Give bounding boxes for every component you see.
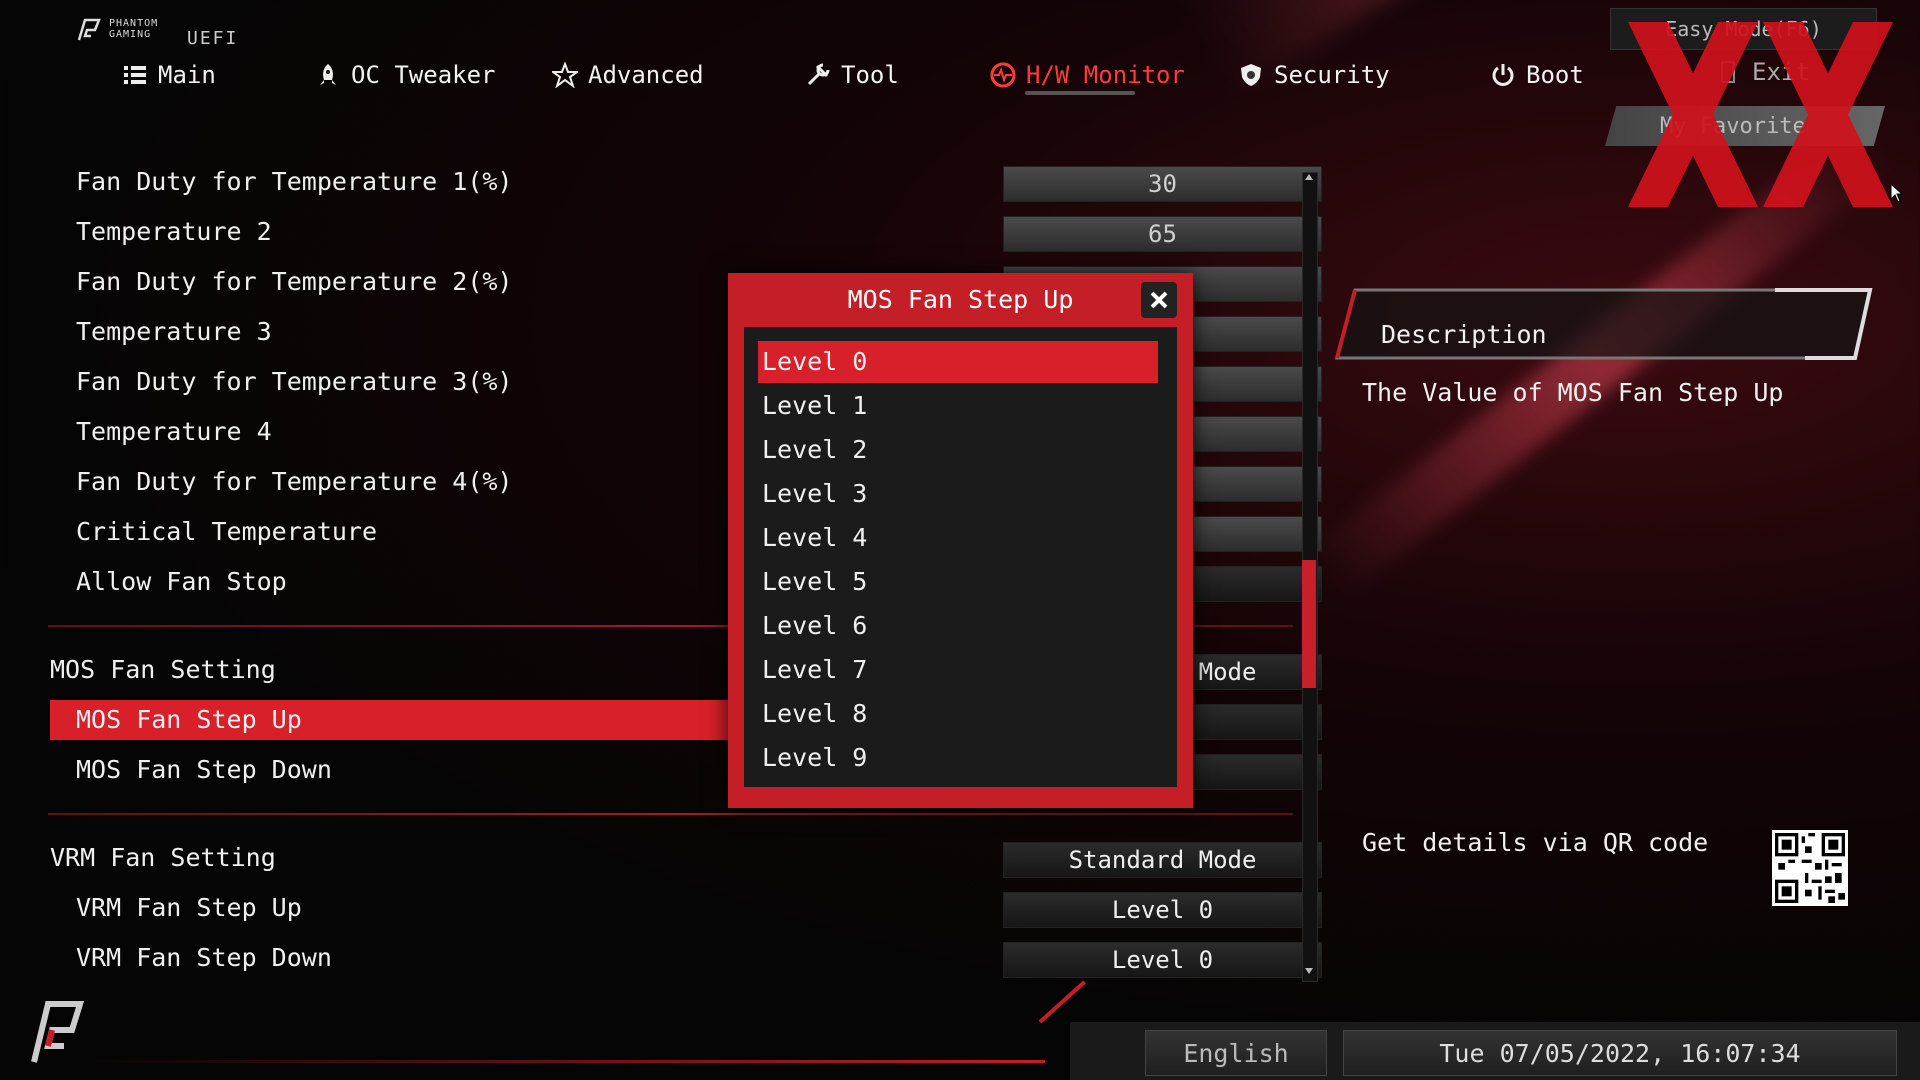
mos-fan-step-up-row[interactable]: MOS Fan Step Up: [50, 700, 730, 740]
setting-row[interactable]: Fan Duty for Temperature 1(%) 30: [50, 162, 1322, 202]
popup-option[interactable]: Level 3: [758, 473, 1158, 515]
vrm-fan-setting-value[interactable]: Standard Mode: [1003, 842, 1322, 878]
tab-security-label: Security: [1274, 61, 1390, 89]
phantom-gaming-bottom-logo-icon: [31, 1001, 85, 1063]
setting-value[interactable]: 65: [1003, 216, 1322, 252]
popup-option[interactable]: Level 6: [758, 605, 1158, 647]
setting-value[interactable]: 30: [1003, 166, 1322, 202]
setting-label: Fan Duty for Temperature 1(%): [76, 167, 513, 196]
tab-boot-label: Boot: [1526, 61, 1584, 89]
mouse-cursor-icon: [1890, 183, 1904, 203]
uefi-label: UEFI: [187, 28, 239, 49]
tab-boot[interactable]: Boot: [1490, 55, 1584, 95]
popup-option[interactable]: Level 5: [758, 561, 1158, 603]
tab-advanced[interactable]: Advanced: [552, 55, 704, 95]
tab-hw-monitor-label: H/W Monitor: [1026, 61, 1185, 89]
vrm-fan-setting-row[interactable]: VRM Fan Setting Standard Mode: [50, 838, 1322, 878]
popup-option[interactable]: Level 1: [758, 385, 1158, 427]
tab-tool[interactable]: Tool: [805, 55, 899, 95]
rocket-icon: [320, 64, 336, 85]
popup-close-button[interactable]: [1141, 282, 1177, 318]
popup-title: MOS Fan Step Up: [847, 285, 1074, 314]
vrm-fan-step-up-label: VRM Fan Step Up: [76, 893, 302, 922]
vrm-fan-step-up-value[interactable]: Level 0: [1003, 892, 1322, 928]
setting-label: Fan Duty for Temperature 2(%): [76, 267, 513, 296]
vrm-fan-step-up-row[interactable]: VRM Fan Step Up Level 0: [50, 888, 1322, 928]
bottom-accent-line: [85, 1060, 1045, 1063]
scroll-down-arrow-icon[interactable]: [1305, 968, 1313, 974]
star-icon: [552, 62, 578, 88]
vrm-fan-setting-label: VRM Fan Setting: [50, 843, 276, 872]
shield-icon: [1241, 64, 1261, 86]
setting-row[interactable]: Temperature 2 65: [50, 212, 1322, 252]
popup-option[interactable]: Level 8: [758, 693, 1158, 735]
vrm-fan-step-down-row[interactable]: VRM Fan Step Down Level 0: [50, 938, 1322, 978]
description-text: The Value of MOS Fan Step Up: [1362, 378, 1784, 407]
vrm-fan-step-down-value[interactable]: Level 0: [1003, 942, 1322, 978]
scroll-up-arrow-icon[interactable]: [1305, 174, 1313, 180]
tab-security[interactable]: Security: [1238, 55, 1390, 95]
tab-oc-tweaker[interactable]: OC Tweaker: [315, 55, 496, 95]
scrollbar-thumb[interactable]: [1302, 560, 1316, 688]
popup-option[interactable]: Level 7: [758, 649, 1158, 691]
mos-fan-step-up-label: MOS Fan Step Up: [76, 705, 302, 734]
mos-fan-setting-label: MOS Fan Setting: [50, 655, 276, 684]
qr-code-icon: [1772, 830, 1848, 906]
active-tab-indicator: [1025, 91, 1135, 95]
setting-label: Temperature 2: [76, 217, 272, 246]
popup-option-list: Level 0 Level 1 Level 2 Level 3 Level 4 …: [744, 327, 1177, 787]
wrench-icon: [807, 63, 830, 86]
date-time-display: Tue 07/05/2022, 16:07:34: [1343, 1030, 1897, 1076]
list-icon: [124, 66, 146, 84]
setting-label: Allow Fan Stop: [76, 567, 287, 596]
setting-label: Fan Duty for Temperature 4(%): [76, 467, 513, 496]
mos-fan-step-up-popup: MOS Fan Step Up Level 0 Level 1 Level 2 …: [728, 273, 1193, 808]
tab-main[interactable]: Main: [122, 55, 216, 95]
power-icon: [1492, 64, 1514, 86]
popup-option[interactable]: Level 9: [758, 737, 1158, 779]
setting-label: Critical Temperature: [76, 517, 378, 546]
tab-tool-label: Tool: [841, 61, 899, 89]
description-title: Description: [1381, 320, 1547, 349]
qr-code-caption: Get details via QR code: [1362, 828, 1709, 857]
section-divider: [48, 813, 1293, 815]
watermark-xx-icon: [1628, 22, 1893, 207]
close-icon: [1150, 291, 1168, 309]
tab-hw-monitor[interactable]: H/W Monitor: [990, 55, 1185, 95]
popup-option[interactable]: Level 2: [758, 429, 1158, 471]
tab-main-label: Main: [158, 61, 216, 89]
tab-oc-tweaker-label: OC Tweaker: [351, 61, 496, 89]
mos-fan-step-down-label: MOS Fan Step Down: [76, 755, 332, 784]
popup-option[interactable]: Level 4: [758, 517, 1158, 559]
popup-option[interactable]: Level 0: [758, 341, 1158, 383]
pg-logo-icon: [77, 18, 101, 41]
setting-label: Temperature 3: [76, 317, 272, 346]
monitor-icon: [990, 62, 1016, 88]
language-button[interactable]: English: [1145, 1030, 1327, 1076]
bottom-accent-slash: [1038, 980, 1086, 1024]
phantom-gaming-logo: PHANTOM GAMING UEFI: [75, 14, 255, 50]
setting-label: Temperature 4: [76, 417, 272, 446]
setting-label: Fan Duty for Temperature 3(%): [76, 367, 513, 396]
main-nav: Main OC Tweaker Advanced Tool H/W Monito…: [0, 55, 1700, 95]
vrm-fan-step-down-label: VRM Fan Step Down: [76, 943, 332, 972]
brand-text: PHANTOM GAMING: [109, 18, 159, 40]
tab-advanced-label: Advanced: [588, 61, 704, 89]
